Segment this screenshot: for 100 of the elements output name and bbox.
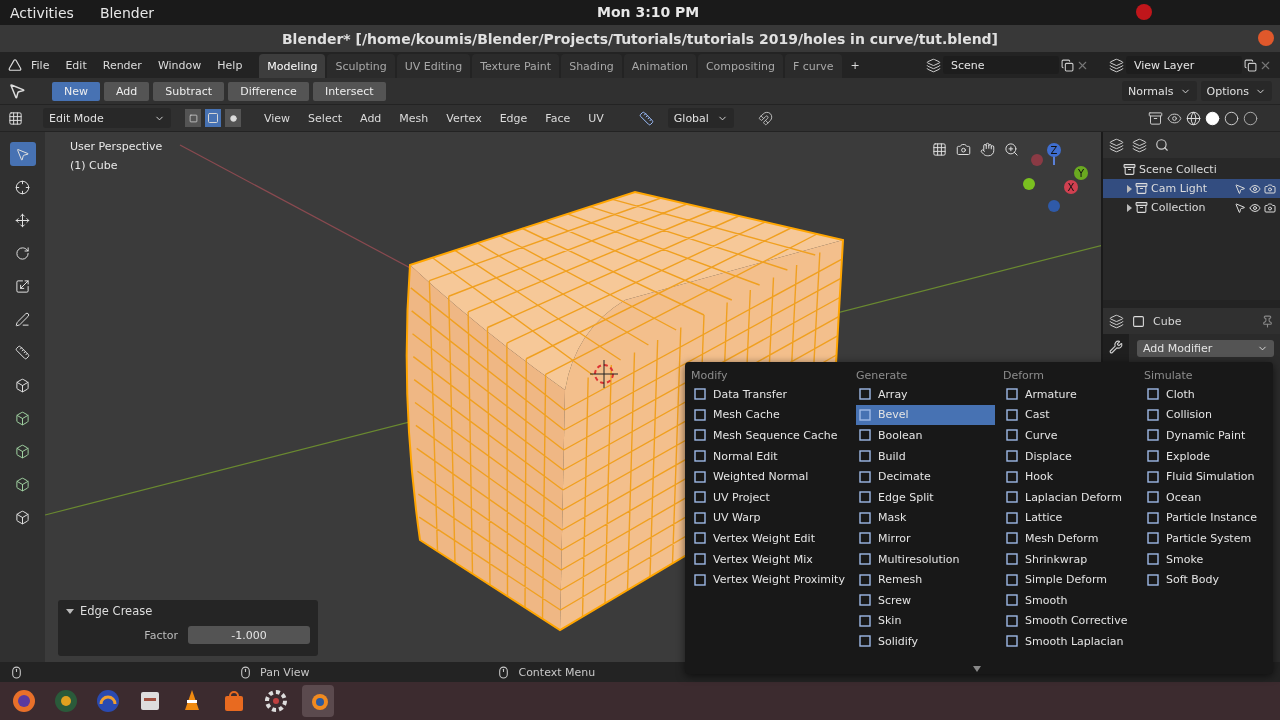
pointer-icon[interactable] (1234, 201, 1246, 214)
select-mode-toggle[interactable] (205, 109, 221, 127)
editor-type-icon[interactable] (8, 110, 23, 126)
menu-item[interactable]: Select (301, 108, 350, 128)
menu-item[interactable]: Decimate (856, 466, 995, 487)
menu-item[interactable]: Remesh (856, 569, 995, 590)
menu-item[interactable]: Data Transfer (691, 384, 848, 405)
camera-icon[interactable] (956, 142, 971, 157)
collapse-arrow-icon[interactable] (66, 608, 74, 614)
camera-icon[interactable] (1264, 201, 1276, 214)
expand-arrow-icon[interactable] (1127, 184, 1132, 193)
menu-item[interactable]: Particle Instance (1144, 507, 1264, 529)
menu-item[interactable]: Add (353, 108, 389, 128)
clock[interactable]: Mon 3:10 PM (597, 4, 700, 20)
outliner-item[interactable]: Collection (1103, 198, 1280, 217)
menu-item[interactable]: Mirror (856, 528, 995, 549)
select-tool-icon[interactable] (9, 142, 36, 166)
scene-icon[interactable] (926, 57, 941, 73)
menu-item[interactable]: Dynamic Paint (1144, 425, 1264, 446)
workspace-tab[interactable]: Animation (623, 54, 696, 78)
dropdown-button[interactable]: Normals (1122, 81, 1197, 101)
menu-item[interactable]: Ocean (1144, 486, 1264, 508)
snap-icon[interactable] (757, 110, 773, 126)
menu-item[interactable]: Multiresolution (856, 548, 995, 570)
menu-item[interactable]: Edge (492, 108, 535, 128)
select-mode-toggle[interactable] (185, 109, 201, 127)
axis-gizmo-drawing[interactable]: Z Y X (1023, 143, 1088, 212)
menu-item[interactable]: Mesh Sequence Cache (691, 425, 848, 446)
select-mode-toggle[interactable] (225, 109, 241, 127)
dropdown-button[interactable]: Options (1200, 81, 1272, 101)
menu-item[interactable]: Cloth (1144, 384, 1264, 405)
menu-item[interactable]: Edit (58, 55, 94, 75)
camera-icon[interactable] (1264, 182, 1276, 195)
copy-icon[interactable] (1061, 58, 1074, 72)
workspace-tab[interactable]: Compositing (697, 54, 783, 78)
menu-item[interactable]: Mesh Cache (691, 404, 848, 426)
mode-dropdown[interactable]: Edit Mode (43, 108, 171, 128)
workspace-tab[interactable]: F curve (784, 54, 842, 78)
shading-mode-icon[interactable] (1243, 110, 1258, 126)
menu-item[interactable]: View (257, 108, 298, 128)
menu-item[interactable]: Screw (856, 589, 995, 611)
menu-item[interactable]: Explode (1144, 445, 1264, 467)
menu-item[interactable]: Edge Split (856, 486, 995, 508)
menu-item[interactable]: Vertex (439, 108, 489, 128)
menu-item[interactable]: Weighted Normal (691, 466, 848, 487)
blender-logo-icon[interactable] (302, 685, 334, 717)
selection-mode-button[interactable]: Intersect (312, 81, 386, 101)
menu-item[interactable]: Vertex Weight Edit (691, 528, 848, 549)
menu-item[interactable]: Particle System (1144, 528, 1264, 549)
menu-item[interactable]: Vertex Weight Proximity (691, 569, 848, 590)
menu-item[interactable]: UV Warp (691, 507, 848, 529)
copy-icon[interactable] (1244, 58, 1257, 72)
zoom-icon[interactable] (1004, 142, 1019, 157)
hand-icon[interactable] (980, 142, 995, 157)
close-button[interactable] (1258, 30, 1274, 46)
app-menu[interactable]: Blender (99, 4, 155, 21)
menu-item[interactable]: Build (856, 445, 995, 467)
menu-item[interactable]: Help (210, 55, 250, 75)
workspace-tab[interactable]: Shading (561, 54, 622, 78)
menu-item[interactable]: Normal Edit (691, 445, 848, 467)
add-modifier-dropdown[interactable]: Add Modifier (1137, 340, 1274, 357)
menu-item[interactable]: Mesh (392, 108, 436, 128)
expand-arrow-icon[interactable] (1127, 203, 1132, 212)
menu-item[interactable]: UV (581, 108, 611, 128)
wrench-icon[interactable] (1109, 340, 1123, 354)
visibility-icon[interactable] (1167, 110, 1182, 126)
selection-mode-button[interactable]: Add (104, 81, 150, 101)
menu-item[interactable]: UV Project (691, 486, 848, 508)
menu-item[interactable]: Solidify (856, 631, 995, 652)
editor-type-icon[interactable] (1109, 313, 1124, 329)
select-box-tool-icon[interactable] (8, 82, 26, 100)
menu-item[interactable]: Collision (1144, 404, 1264, 426)
menu-item[interactable]: Fluid Simulation (1144, 466, 1264, 487)
scroll-down-arrow-icon[interactable] (973, 666, 981, 672)
workspace-tab[interactable]: Texture Paint (472, 54, 560, 78)
workspace-tab[interactable]: Sculpting (327, 54, 395, 78)
outliner-item[interactable]: Scene Collecti (1103, 160, 1280, 179)
menu-item[interactable]: Render (95, 55, 149, 75)
menu-item[interactable]: Array (856, 384, 995, 405)
menu-item[interactable]: Vertex Weight Mix (691, 548, 848, 570)
factor-field[interactable]: -1.000 (188, 626, 310, 644)
selection-mode-button[interactable]: Subtract (153, 81, 225, 101)
workspace-tab[interactable]: Modeling (259, 54, 326, 78)
menu-item[interactable]: Soft Body (1144, 569, 1264, 590)
search-icon[interactable] (1155, 138, 1169, 152)
menu-item[interactable]: Face (538, 108, 578, 128)
view-layer-icon[interactable] (1109, 57, 1124, 73)
panel-title[interactable]: Edge Crease (80, 604, 153, 618)
activities-button[interactable]: Activities (10, 4, 74, 21)
selection-mode-button[interactable]: New (52, 81, 100, 101)
display-mode-icon[interactable] (1109, 137, 1124, 153)
menu-item[interactable]: Window (150, 55, 209, 75)
menu-item[interactable]: Skin (856, 610, 995, 632)
visibility-icon[interactable] (1249, 182, 1261, 195)
view-layer-field[interactable]: View Layer (1126, 56, 1242, 74)
box-icon[interactable] (1148, 110, 1163, 126)
menu-item[interactable]: File (24, 55, 57, 75)
pointer-icon[interactable] (1234, 182, 1246, 195)
outliner-item[interactable]: Cam Light (1103, 179, 1280, 198)
pin-icon[interactable] (1261, 314, 1274, 328)
